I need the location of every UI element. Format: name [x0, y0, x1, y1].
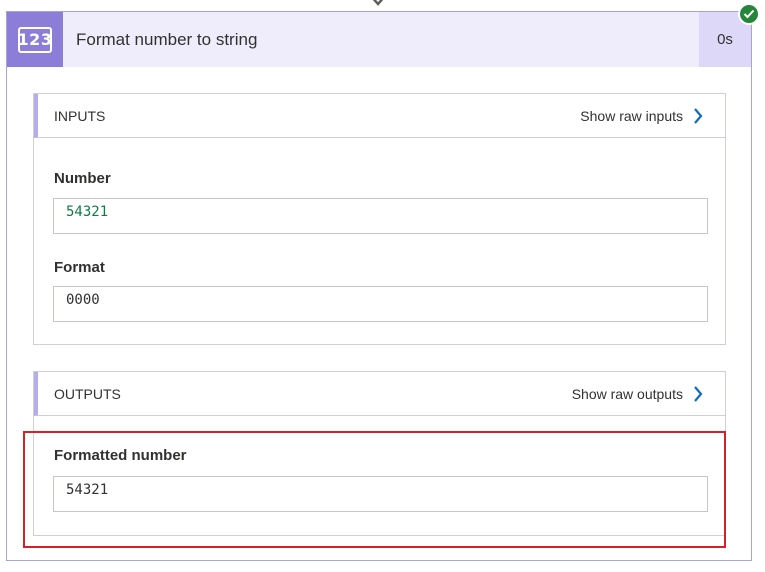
formatted-number-value-text: 54321: [66, 482, 109, 498]
format-value-text: 0000: [66, 292, 100, 308]
action-title: Format number to string: [76, 29, 258, 49]
number-value-text: 54321: [66, 204, 109, 220]
outputs-section-header: OUTPUTS Show raw outputs: [34, 372, 725, 416]
show-raw-outputs-label: Show raw outputs: [571, 385, 683, 402]
chevron-right-icon: [694, 107, 703, 124]
show-raw-outputs-link[interactable]: Show raw outputs: [572, 372, 703, 415]
action-card: 123 Format number to string 0s INPUTS Sh…: [6, 11, 752, 561]
chevron-right-icon: [694, 385, 703, 402]
format-number-action-icon: 123: [7, 12, 63, 67]
success-check-icon: [738, 3, 760, 25]
show-raw-inputs-label: Show raw inputs: [580, 107, 683, 124]
outputs-section-title: OUTPUTS: [54, 385, 121, 402]
outputs-section: OUTPUTS Show raw outputs Formatted numbe…: [33, 371, 726, 536]
number-field-label: Number: [54, 170, 111, 187]
number-field-value: 54321: [53, 198, 708, 234]
formatted-number-field-value: 54321: [53, 476, 708, 512]
flow-connector-arrow-icon: [372, 0, 384, 6]
format-field-value: 0000: [53, 286, 708, 322]
inputs-section: INPUTS Show raw inputs Number 54321 Form…: [33, 93, 726, 345]
inputs-section-header: INPUTS Show raw inputs: [34, 94, 725, 138]
number-badge-icon: 123: [18, 26, 52, 53]
inputs-section-title: INPUTS: [54, 107, 106, 124]
formatted-number-field-label: Formatted number: [54, 447, 187, 464]
show-raw-inputs-link[interactable]: Show raw inputs: [580, 94, 703, 137]
action-header[interactable]: 123 Format number to string 0s: [7, 12, 751, 67]
format-field-label: Format: [54, 259, 105, 276]
